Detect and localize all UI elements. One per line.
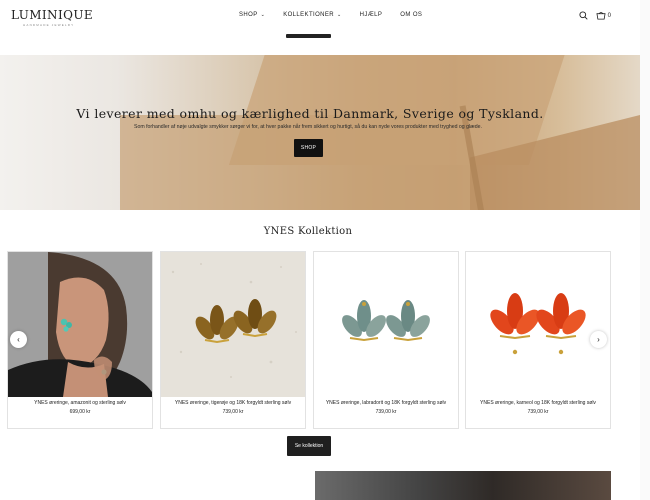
product-price: 699,00 kr: [69, 409, 91, 415]
product-name: YNES øreringe, labradorit og 18K forgyld…: [325, 400, 447, 406]
chevron-right-icon: ›: [597, 335, 600, 344]
product-price: 739,00 kr: [222, 409, 244, 415]
search-icon[interactable]: [579, 11, 588, 20]
collection-title: YNES Kollektion: [263, 226, 353, 237]
product-image: [314, 252, 458, 397]
product-name: YNES øreringe, tigerøje og 18K forgyldt …: [174, 400, 292, 406]
cart-button[interactable]: 0: [596, 11, 611, 20]
cart-icon: [596, 11, 606, 20]
nav-item-shop[interactable]: SHOP ⌄: [239, 12, 265, 18]
hero-title: Vi leverer med omhu og kærlighed til Dan…: [76, 106, 544, 121]
product-name: YNES øreringe, karneol og 18K forgyldt s…: [480, 400, 596, 406]
nav-item-om-os[interactable]: OM OS: [400, 12, 422, 18]
nav-active-indicator: [286, 34, 331, 38]
chevron-down-icon: ⌄: [260, 12, 266, 18]
see-collection-button[interactable]: Se kollektion: [287, 436, 331, 456]
logo[interactable]: LUMINIQUE HANDMADE JEWELRY: [11, 8, 93, 27]
hero-subtitle: Som forhandler af nøje udvalgte smykker …: [133, 124, 482, 130]
nav-item-label: SHOP: [239, 12, 258, 18]
nav-item-label: KOLLEKTIONER: [283, 12, 335, 18]
nav-item-kollektioner[interactable]: KOLLEKTIONER ⌄: [283, 12, 341, 18]
product-price: 739,00 kr: [527, 409, 549, 415]
product-price: 739,00 kr: [375, 409, 397, 415]
product-name: YNES øreringe, amazonit og sterling sølv: [34, 400, 126, 406]
nav-item-hjaelp[interactable]: HJÆLP: [360, 12, 383, 18]
logo-wordmark: LUMINIQUE: [11, 8, 94, 22]
hero-shop-button[interactable]: SHOP: [294, 139, 323, 157]
logo-tagline: HANDMADE JEWELRY: [23, 23, 75, 27]
hero-banner: Vi leverer med omhu og kærlighed til Dan…: [0, 55, 650, 210]
chevron-down-icon: ⌄: [337, 12, 342, 18]
nav-item-label: OM OS: [400, 12, 423, 18]
carousel-next-button[interactable]: ›: [590, 331, 607, 348]
nav-item-label: HJÆLP: [359, 12, 383, 18]
cart-count: 0: [607, 12, 611, 19]
carousel-prev-button[interactable]: ‹: [10, 331, 27, 348]
product-image: [466, 252, 610, 397]
chevron-left-icon: ‹: [17, 335, 20, 344]
product-card[interactable]: YNES øreringe, tigerøje og 18K forgyldt …: [160, 251, 306, 429]
product-card[interactable]: YNES øreringe, amazonit og sterling sølv…: [7, 251, 153, 429]
product-card[interactable]: YNES øreringe, labradorit og 18K forgyld…: [313, 251, 459, 429]
product-image: [8, 252, 152, 397]
scrollbar[interactable]: [640, 0, 650, 500]
header-actions: 0: [579, 11, 611, 20]
site-header: LUMINIQUE HANDMADE JEWELRY SHOP ⌄ KOLLEK…: [0, 0, 650, 38]
editorial-image: [315, 471, 611, 500]
product-image: [161, 252, 305, 397]
main-nav: SHOP ⌄ KOLLEKTIONER ⌄ HJÆLP OM OS: [239, 12, 422, 18]
